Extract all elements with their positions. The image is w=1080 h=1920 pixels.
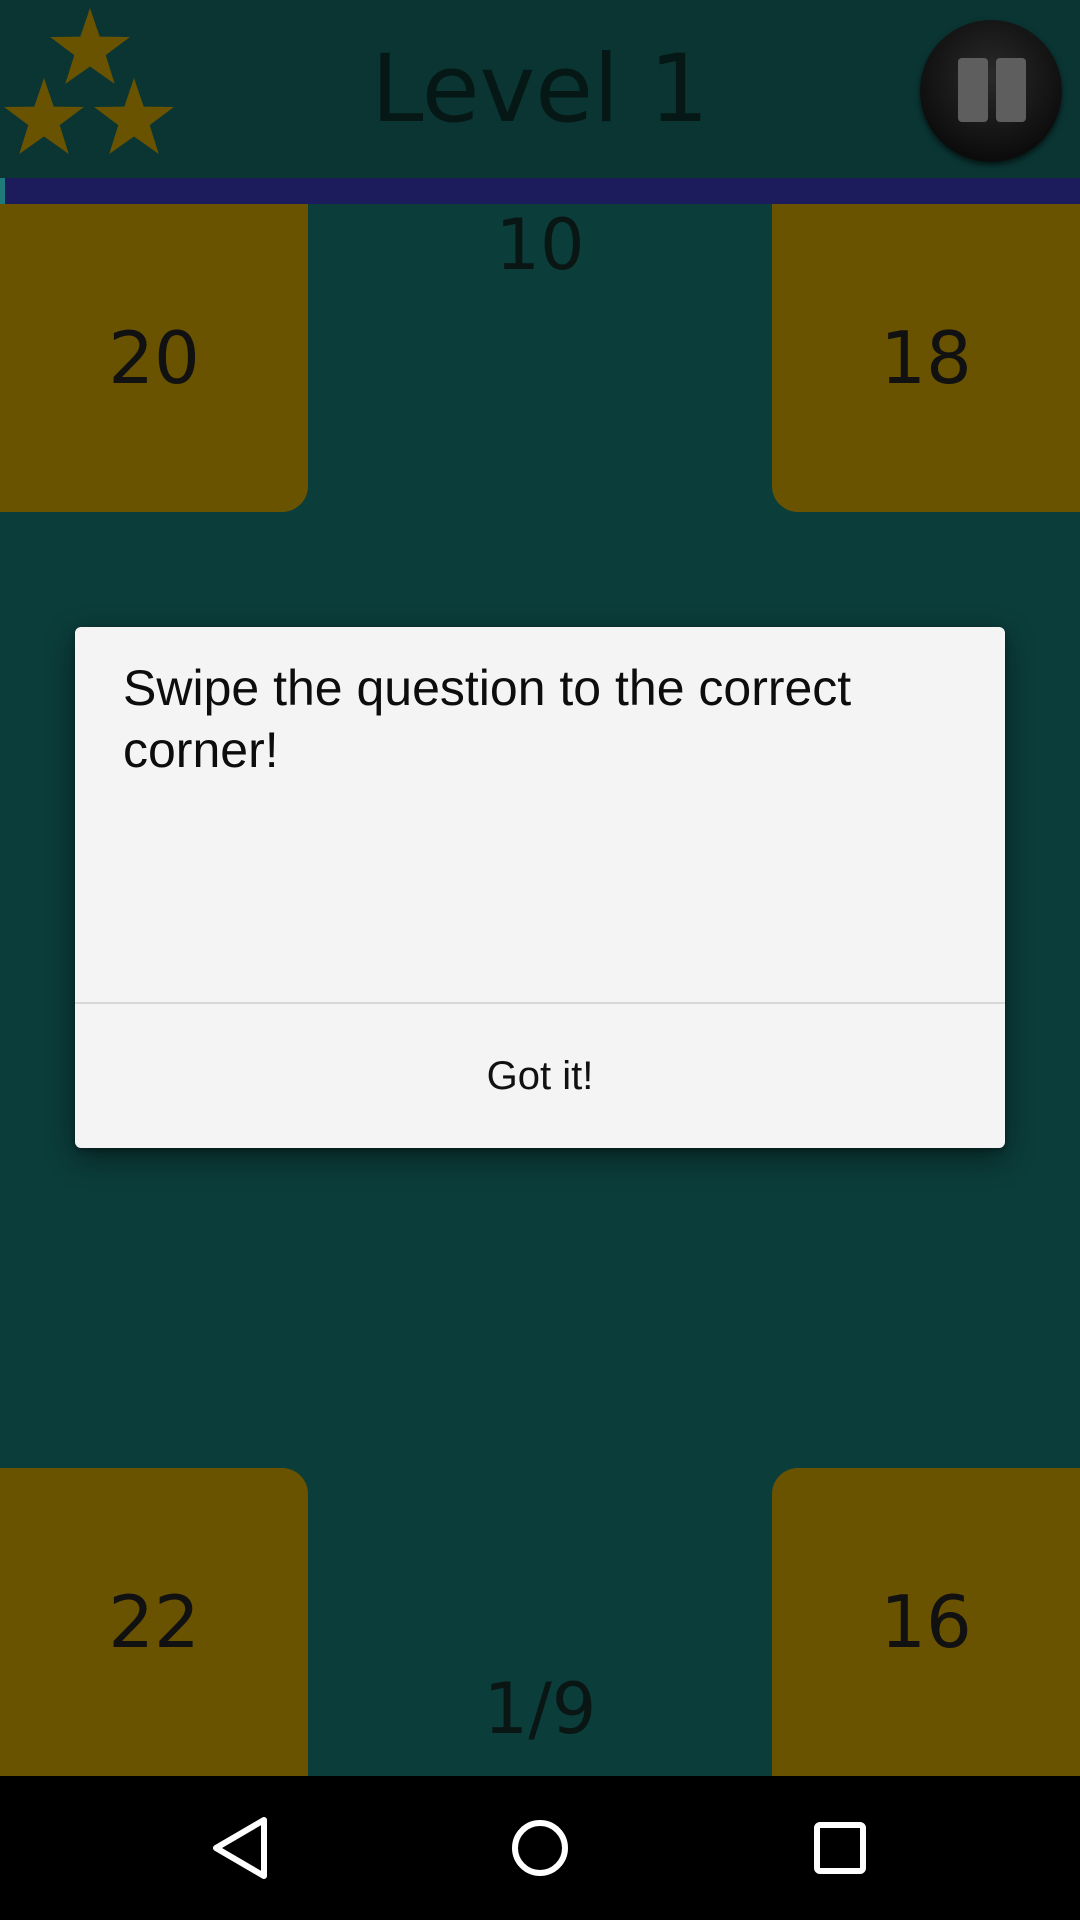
recent-square-icon (814, 1822, 866, 1874)
pause-icon-right-bar (996, 58, 1026, 122)
back-triangle-icon (213, 1817, 267, 1879)
question-counter: 1/9 (483, 1668, 597, 1750)
home-circle-icon (512, 1820, 568, 1876)
app-screen: Level 1 20 18 10 22 16 1/9 Swipe the que… (0, 0, 1080, 1920)
home-button[interactable] (480, 1798, 600, 1898)
pause-icon-left-bar (958, 58, 988, 122)
tutorial-dialog: Swipe the question to the correct corner… (75, 627, 1005, 1148)
dialog-message: Swipe the question to the correct corner… (123, 660, 852, 778)
system-navigation-bar (0, 1776, 1080, 1920)
question-card[interactable]: 10 (0, 200, 1080, 290)
recent-apps-button[interactable] (780, 1798, 900, 1898)
back-button[interactable] (180, 1798, 300, 1898)
pause-button[interactable] (920, 20, 1062, 162)
level-title: Level 1 (371, 35, 709, 144)
header-bar: Level 1 (0, 0, 1080, 178)
got-it-button[interactable]: Got it! (75, 1004, 1005, 1148)
